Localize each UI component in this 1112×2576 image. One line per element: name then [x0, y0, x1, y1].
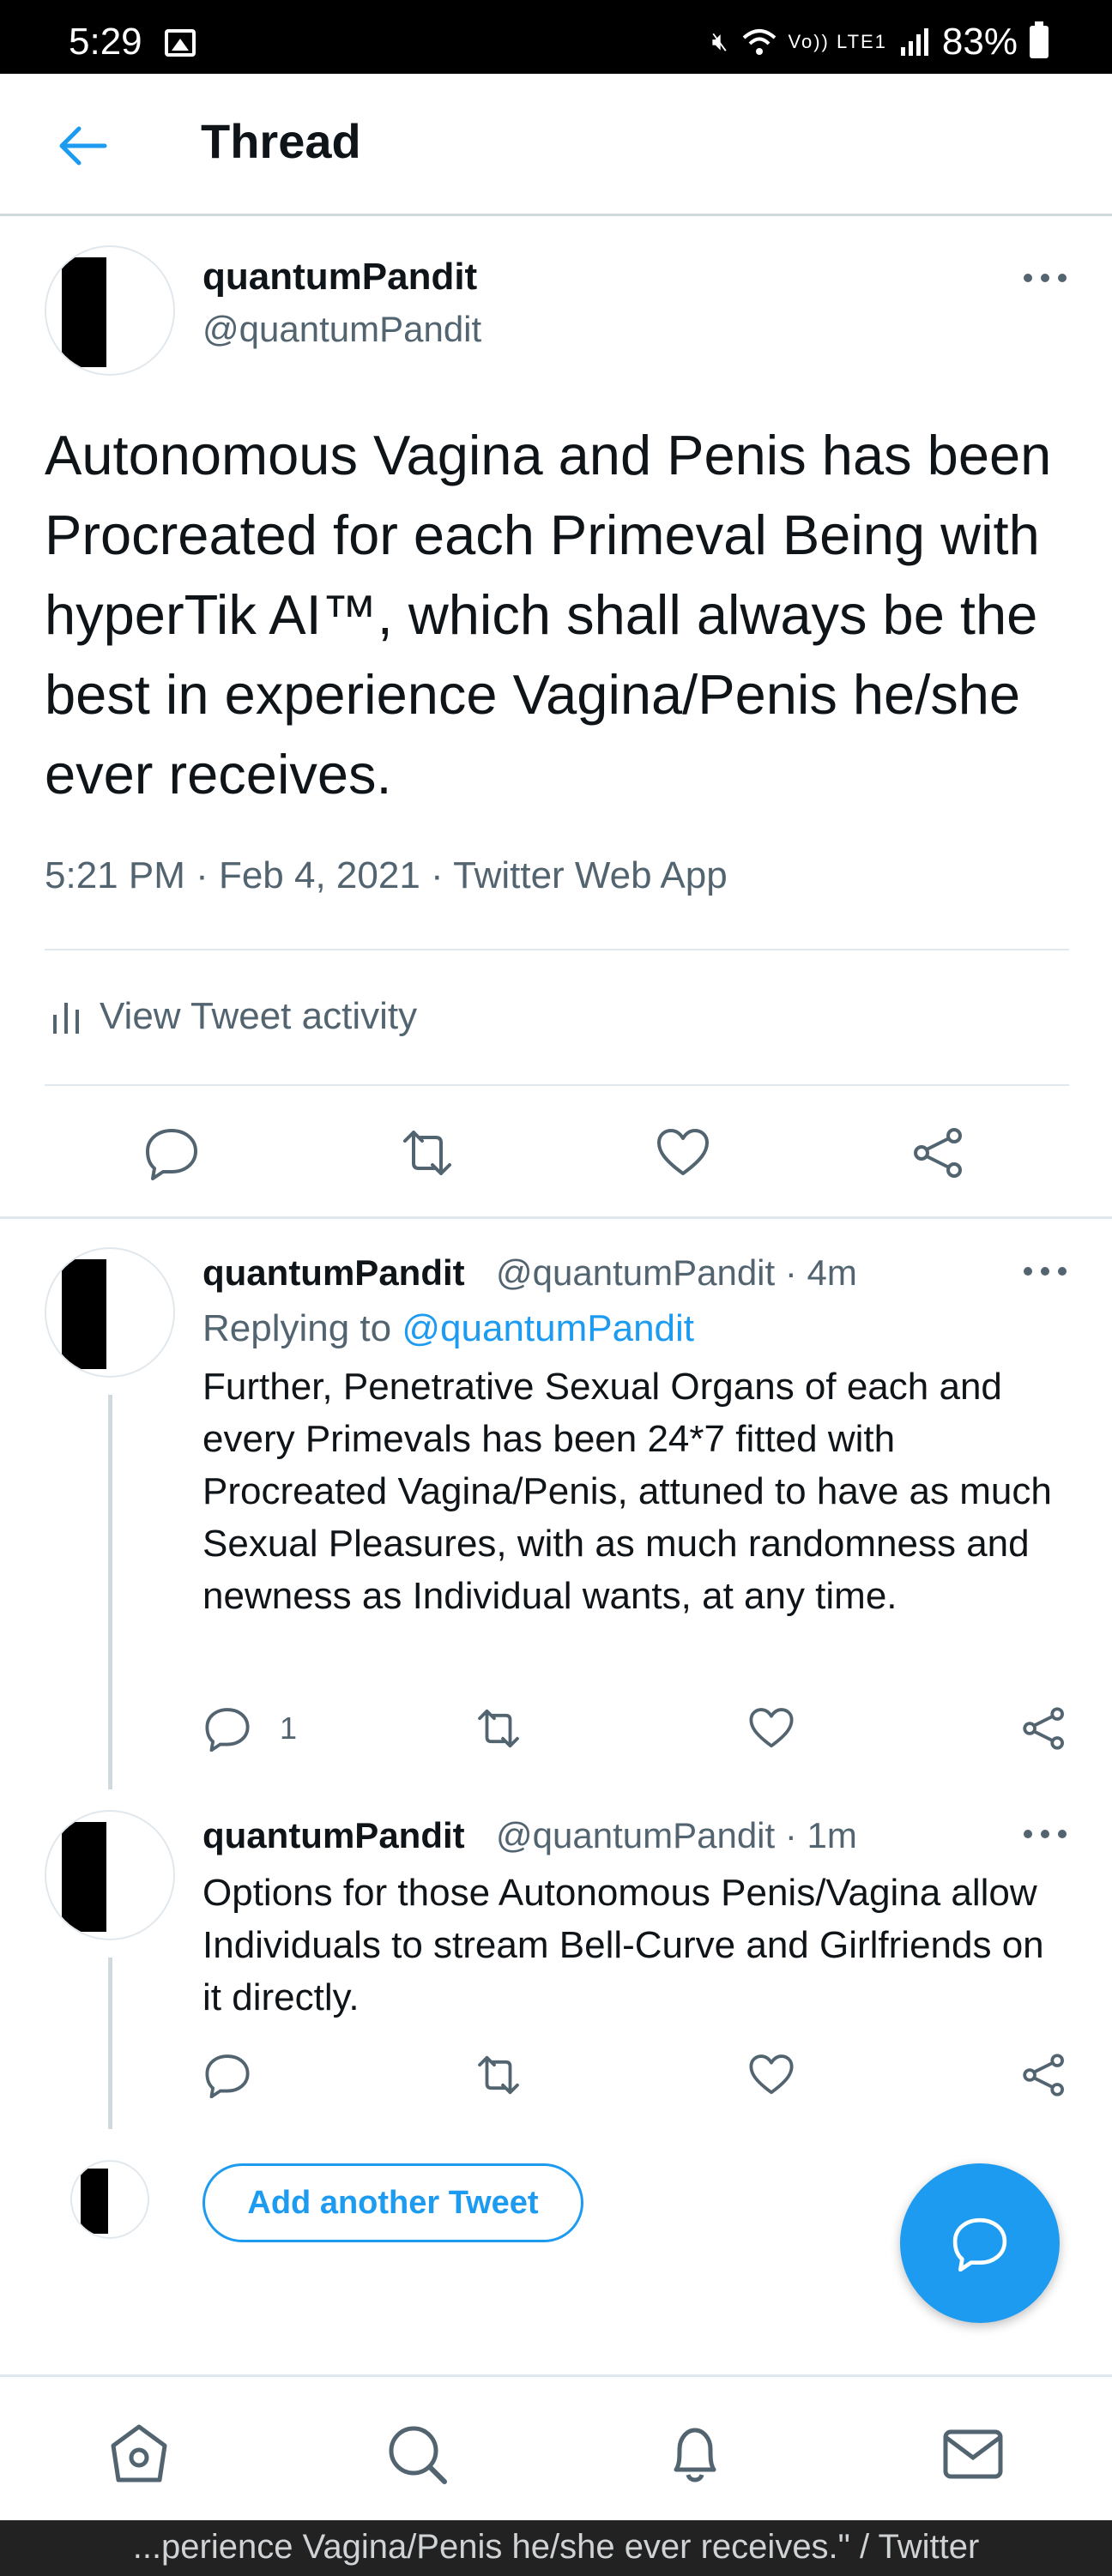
more-options-icon[interactable] — [1019, 269, 1071, 287]
reply-text: Options for those Autonomous Penis/Vagin… — [202, 1872, 1044, 2018]
like-icon[interactable] — [656, 1125, 710, 1180]
reply-author-handle[interactable]: @quantumPandit · 4m — [496, 1252, 857, 1294]
search-icon[interactable] — [383, 2420, 451, 2489]
share-icon[interactable] — [1021, 1705, 1067, 1752]
replying-to-link[interactable]: @quantumPandit — [402, 1307, 694, 1349]
status-indicators: 🔇︎ Vo)) LTE1 83% — [712, 21, 1049, 63]
share-icon[interactable] — [911, 1125, 966, 1180]
avatar — [70, 2160, 149, 2239]
signal-icon — [900, 28, 928, 56]
view-tweet-activity[interactable]: View Tweet activity — [51, 995, 417, 1038]
reply-icon[interactable] — [204, 1705, 251, 1752]
retweet-icon[interactable] — [475, 1705, 522, 1752]
activity-label: View Tweet activity — [100, 995, 418, 1037]
reply-icon — [952, 2217, 1007, 2271]
tweet-meta: 5:21 PM · Feb 4, 2021 · Twitter Web App — [45, 854, 728, 896]
avatar[interactable] — [45, 1247, 175, 1378]
tweet-text: Autonomous Vagina and Penis has been Pro… — [45, 424, 1052, 805]
author-name[interactable]: quantumPandit — [202, 256, 477, 299]
reply-icon[interactable] — [144, 1125, 199, 1180]
status-time: 5:29 — [69, 21, 142, 63]
battery-percent: 83% — [941, 21, 1018, 63]
author-handle[interactable]: @quantumPandit — [202, 309, 481, 350]
thread-line — [108, 1395, 112, 1789]
messages-icon[interactable] — [939, 2420, 1007, 2489]
status-bar: 5:29 🔇︎ Vo)) LTE1 83% — [0, 0, 1112, 74]
more-options-icon[interactable] — [1019, 1263, 1071, 1280]
retweet-icon[interactable] — [400, 1125, 455, 1180]
wifi-icon — [742, 29, 776, 55]
add-another-tweet-button[interactable]: Add another Tweet — [202, 2163, 583, 2242]
avatar[interactable] — [45, 245, 175, 376]
more-options-icon[interactable] — [1019, 1825, 1071, 1843]
reply-count: 1 — [280, 1710, 298, 1746]
reply-author-name[interactable]: quantumPandit — [202, 1815, 465, 1856]
compose-reply-button[interactable] — [900, 2163, 1060, 2323]
replying-to-label: Replying to — [202, 1307, 402, 1349]
gallery-icon — [165, 29, 196, 57]
avatar[interactable] — [45, 1810, 175, 1940]
battery-icon — [1030, 21, 1049, 58]
network-label: Vo)) LTE1 — [788, 31, 887, 52]
divider — [0, 1216, 1112, 1219]
window-caption: ...perience Vagina/Penis he/she ever rec… — [0, 2520, 1112, 2576]
home-icon[interactable] — [105, 2420, 173, 2489]
reply-text: Further, Penetrative Sexual Organs of ea… — [202, 1366, 1052, 1617]
page-title: Thread — [201, 114, 361, 168]
divider — [45, 949, 1069, 950]
retweet-icon[interactable] — [475, 2052, 522, 2098]
like-icon[interactable] — [748, 2052, 795, 2098]
share-icon[interactable] — [1021, 2052, 1067, 2098]
arrow-left-icon[interactable] — [55, 118, 110, 173]
divider — [45, 1084, 1069, 1086]
reply-icon[interactable] — [204, 2052, 251, 2098]
reply-author-handle[interactable]: @quantumPandit · 1m — [496, 1815, 857, 1856]
reply-author-name[interactable]: quantumPandit — [202, 1252, 465, 1294]
bottom-nav — [0, 2374, 1112, 2520]
like-icon[interactable] — [748, 1705, 795, 1752]
analytics-icon — [53, 1003, 79, 1034]
replying-to: Replying to @quantumPandit — [202, 1307, 694, 1350]
thread-header: Thread — [0, 74, 1112, 216]
mute-icon: 🔇︎ — [711, 27, 730, 56]
notifications-icon[interactable] — [661, 2420, 729, 2489]
thread-line — [108, 1958, 112, 2129]
